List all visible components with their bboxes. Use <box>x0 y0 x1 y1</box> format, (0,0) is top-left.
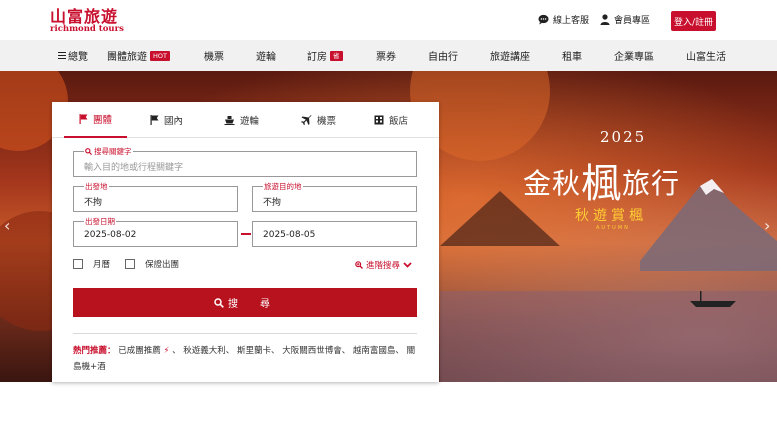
calendar-checkbox[interactable]: 月曆 <box>73 258 110 270</box>
tab-cruise[interactable]: 遊輪 <box>224 102 259 138</box>
hero-subtitle: 秋遊賞楓 <box>575 208 647 224</box>
origin-label: 出發地 <box>84 182 109 191</box>
brand-logo[interactable]: 山富旅遊 richmond tours <box>50 8 124 34</box>
divider <box>73 333 417 334</box>
checkbox-box <box>73 259 83 269</box>
tab-label: 國內 <box>164 116 184 127</box>
hotel-icon <box>374 115 384 125</box>
menu-icon <box>58 50 66 61</box>
tab-label: 機票 <box>317 116 337 127</box>
nav-item-cruises[interactable]: 遊輪 <box>256 40 276 71</box>
date-from-value: 2025-08-02 <box>84 230 137 240</box>
tab-label: 團體 <box>92 115 112 126</box>
tab-domestic[interactable]: 國內 <box>150 102 183 138</box>
date-range-separator <box>241 233 251 235</box>
main-nav: 總覽 團體旅遊 HOT 機票 遊輪 訂房 省 票券 自由行 旅遊講座 租車 企業… <box>0 40 777 71</box>
destination-select[interactable]: 旅遊目的地 不拘 <box>252 182 417 212</box>
keyword-input[interactable]: 搜尋關鍵字 輸入目的地或行程關鍵字 <box>73 147 417 177</box>
lightning-icon: ⚡︎ <box>163 346 170 356</box>
plane-icon <box>301 114 312 125</box>
ship-icon <box>224 116 235 125</box>
nav-item-label: 團體旅遊 <box>107 52 147 63</box>
flag-icon <box>150 115 159 125</box>
tab-flights[interactable]: 機票 <box>301 102 336 138</box>
brand-name-zh: 山富旅遊 <box>50 7 119 26</box>
flag-icon <box>79 114 88 124</box>
nav-item-corporate[interactable]: 企業專區 <box>614 40 654 71</box>
origin-select[interactable]: 出發地 不拘 <box>73 182 238 212</box>
hero-title: 金秋楓旅行 <box>523 147 681 207</box>
keyword-placeholder: 輸入目的地或行程關鍵字 <box>84 163 184 173</box>
brand-name-en: richmond tours <box>50 24 124 34</box>
advanced-search-toggle[interactable]: 進階搜尋 <box>355 259 412 271</box>
zoom-search-icon <box>355 261 363 269</box>
origin-value: 不拘 <box>84 198 103 208</box>
online-service-label: 線上客服 <box>553 16 590 26</box>
nav-item-independent-travel[interactable]: 自由行 <box>428 40 458 71</box>
hot-link-formed-groups[interactable]: 已成團推薦 <box>118 346 161 356</box>
hero-title-part: 金秋 <box>523 167 582 200</box>
member-area-label: 會員專區 <box>614 16 651 26</box>
tab-hotel[interactable]: 飯店 <box>374 102 408 138</box>
search-tabs: 團體 國內 遊輪 機票 飯店 <box>52 102 439 138</box>
nav-item-label: 訂房 <box>307 52 327 63</box>
nav-item-tickets[interactable]: 票券 <box>376 40 396 71</box>
search-button[interactable]: 搜 尋 <box>73 288 417 317</box>
top-bar: 山富旅遊 richmond tours 線上客服 會員專區 登入/註冊 <box>0 0 777 40</box>
departure-date-from[interactable]: 出發日期 2025-08-02 <box>73 217 238 247</box>
calendar-checkbox-label: 月曆 <box>93 260 111 270</box>
nav-item-richmond-life[interactable]: 山富生活 <box>686 40 726 71</box>
nav-item-hotels[interactable]: 訂房 省 <box>307 40 343 71</box>
checkbox-box <box>125 259 135 269</box>
tab-label: 飯店 <box>389 116 409 127</box>
hot-label: 熱門推薦： <box>73 346 116 356</box>
hero-year: 2025 <box>600 128 647 146</box>
search-button-label: 搜 尋 <box>228 299 276 310</box>
search-icon <box>214 297 224 308</box>
keyword-label: 搜尋關鍵字 <box>84 147 133 156</box>
nav-item-flights[interactable]: 機票 <box>204 40 224 71</box>
login-register-button[interactable]: 登入/註冊 <box>671 11 716 31</box>
guaranteed-checkbox[interactable]: 保證出團 <box>125 258 179 270</box>
member-area-link[interactable]: 會員專區 <box>600 13 650 26</box>
search-icon <box>85 148 92 155</box>
departure-date-label: 出發日期 <box>84 217 116 226</box>
next-slide-arrow[interactable]: › <box>764 216 770 235</box>
tab-label: 遊輪 <box>240 116 260 127</box>
hot-badge: HOT <box>150 50 170 61</box>
online-service-link[interactable]: 線上客服 <box>538 13 589 26</box>
prev-slide-arrow[interactable]: ‹ <box>4 216 10 235</box>
nav-overview-label: 總覽 <box>68 52 88 63</box>
destination-value: 不拘 <box>263 198 282 208</box>
keyword-label-text: 搜尋關鍵字 <box>94 147 132 156</box>
save-badge: 省 <box>330 50 343 61</box>
advanced-search-label: 進階搜尋 <box>366 261 401 271</box>
hot-recommendations: 熱門推薦： 已成團推薦 ⚡︎ 、 秋遊義大利、 斯里蘭卡、 大阪關西世博會、 越… <box>73 343 423 375</box>
hero-subtitle-en: AUTUMN <box>596 225 630 231</box>
hero-title-part: 旅行 <box>622 167 681 200</box>
chevron-down-icon <box>403 262 412 268</box>
nav-item-car-rental[interactable]: 租車 <box>562 40 582 71</box>
chat-icon <box>538 14 549 25</box>
guaranteed-checkbox-label: 保證出團 <box>145 260 180 270</box>
tab-group-tour[interactable]: 團體 <box>64 102 127 138</box>
destination-label: 旅遊目的地 <box>263 182 303 191</box>
nav-item-travel-talks[interactable]: 旅遊講座 <box>490 40 530 71</box>
nav-item-group-tours[interactable]: 團體旅遊 HOT <box>107 40 170 71</box>
nav-overview[interactable]: 總覽 <box>58 40 88 71</box>
user-icon <box>600 14 610 25</box>
date-to-value: 2025-08-05 <box>263 230 316 240</box>
departure-date-to[interactable]: 2025-08-05 <box>252 221 417 247</box>
hero-title-maple: 楓 <box>581 161 623 207</box>
